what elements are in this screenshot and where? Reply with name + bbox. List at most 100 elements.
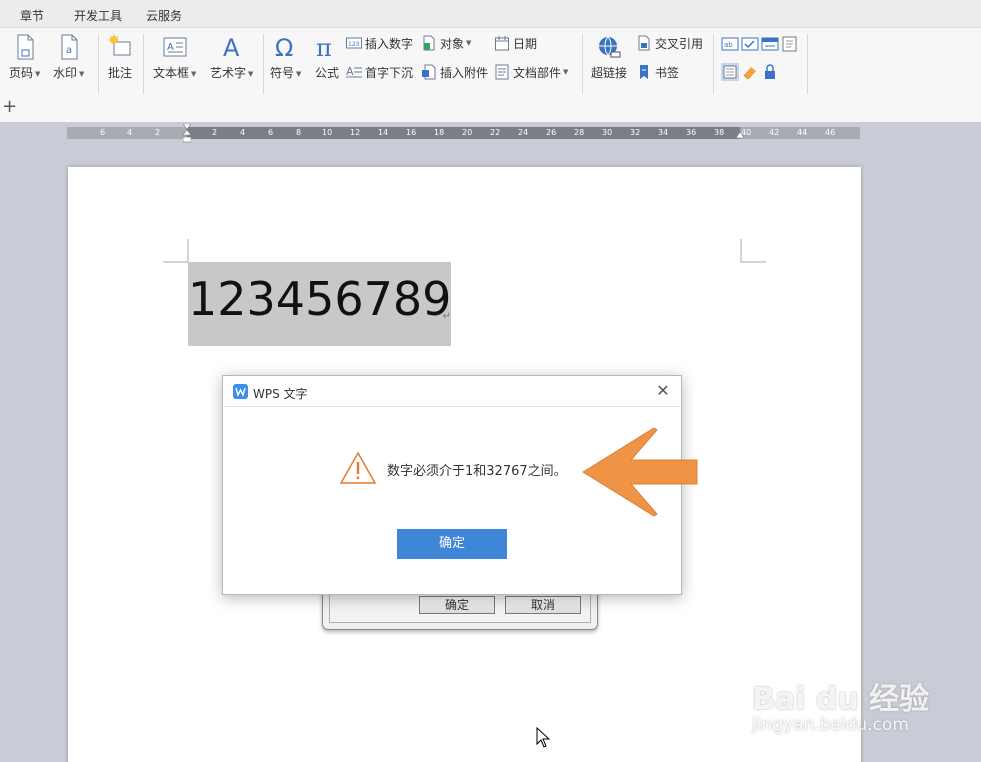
svg-text:A: A [167,42,174,53]
separator [143,34,144,94]
drop-cap-icon: A [346,65,362,78]
bookmark-button[interactable]: 书签 [636,63,679,81]
svg-text:123: 123 [348,41,360,48]
ruler-tick: 4 [240,128,246,137]
hyperlink-label: 超链接 [591,66,628,80]
watermark-button[interactable]: a 水印 ▼ [53,34,84,81]
date-label: 日期 [513,36,538,51]
add-icon[interactable]: + [2,98,17,116]
cross-reference-button[interactable]: 交叉引用 [636,34,703,52]
doc-parts-label: 文档部件 [513,65,562,80]
omega-icon: Ω [275,34,293,60]
annotation-arrow-icon [582,427,698,517]
insert-number-button[interactable]: 123 插入数字 [346,34,413,52]
svg-text:π: π [316,34,332,60]
paragraph-mark: ↵ [442,311,451,322]
dialog-message: 数字必须介于1和32767之间。 [387,464,567,479]
separator [713,34,714,94]
margin-corner-mark [163,239,189,263]
calendar-icon [495,36,509,51]
word-art-button[interactable]: A 艺术字 ▼ [210,34,253,81]
chevron-down-icon: ▼ [79,70,85,78]
doc-parts-button[interactable]: 文档部件 ▼ [494,63,568,81]
doc-parts-icon [495,64,509,80]
left-indent-marker[interactable] [183,124,191,144]
svg-text:A: A [223,34,240,60]
object-icon [423,35,435,51]
page-number-icon [17,34,34,60]
separator [582,34,583,94]
separator [263,34,264,94]
ruler-tick: 24 [518,128,529,137]
form-shading-icon[interactable] [721,63,739,81]
date-button[interactable]: 日期 [494,34,537,52]
page-number-button[interactable]: 页码 ▼ [9,34,40,81]
symbol-label: 符号 [270,66,295,80]
bookmark-label: 书签 [655,65,680,80]
ruler-tick: 2 [212,128,218,137]
drop-cap-button[interactable]: A 首字下沉 [346,63,413,81]
ok-button[interactable]: 确定 [397,529,507,559]
baidu-jingyan-watermark: Bai du 经验 jingyan.baidu.com [752,652,932,742]
ruler-tick: 20 [462,128,473,137]
ruler-tick: 18 [434,128,445,137]
bookmark-icon [640,65,648,79]
insert-attachment-button[interactable]: 插入附件 [421,63,488,81]
chevron-down-icon: ▼ [248,70,254,78]
right-indent-marker[interactable] [736,124,744,144]
tab-cloud-service[interactable]: 云服务 [146,7,182,24]
ruler-tick: 34 [658,128,669,137]
ruler-tick: 22 [490,128,501,137]
comment-icon [108,34,131,56]
cross-reference-label: 交叉引用 [655,36,704,51]
dialog-title: WPS 文字 [253,387,308,401]
svg-text:Ω: Ω [275,34,293,60]
ruler-tick: 16 [406,128,417,137]
insert-attachment-label: 插入附件 [440,65,489,80]
ruler-tick: 38 [714,128,725,137]
drop-cap-label: 首字下沉 [365,65,414,80]
eraser-icon[interactable] [741,63,759,81]
mouse-cursor-icon [536,727,550,748]
margin-corner-mark [740,239,766,263]
dropdown-field-icon[interactable] [761,35,779,53]
ruler-tick: 12 [350,128,361,137]
tab-developer-tools[interactable]: 开发工具 [74,7,122,24]
word-art-label: 艺术字 [210,66,247,80]
chevron-down-icon: ▼ [296,70,302,78]
text-box-label: 文本框 [153,66,190,80]
symbol-button[interactable]: Ω 符号 ▼ [270,34,301,81]
lock-icon[interactable] [761,63,779,81]
text-selection[interactable]: 123456789 ↵ [188,262,451,346]
ruler-tick: 28 [574,128,585,137]
number-icon: 123 [346,37,362,49]
checkbox-field-icon[interactable] [741,35,759,53]
comment-button[interactable]: 批注 [108,34,132,81]
underlying-ok-button[interactable]: 确定 [419,596,495,614]
formula-button[interactable]: π 公式 [315,34,339,81]
ruler-tick: 30 [602,128,613,137]
text-field-icon[interactable]: ab [721,35,739,53]
underlying-cancel-button[interactable]: 取消 [505,596,581,614]
dialog-title-bar[interactable]: WPS 文字 ✕ [223,376,681,407]
page-number-label: 页码 [9,66,34,80]
ruler-tick: 6 [268,128,274,137]
watermark-label: 水印 [53,66,78,80]
separator [807,34,808,94]
object-button[interactable]: 对象 ▼ [421,34,471,52]
tab-chapter[interactable]: 章节 [20,7,44,24]
svg-text:A: A [346,65,354,78]
ruler-tick: 44 [797,128,808,137]
ruler-tick: 42 [769,128,780,137]
globe-link-icon [599,36,621,58]
separator [98,34,99,94]
comment-label: 批注 [108,66,133,80]
insert-number-label: 插入数字 [365,36,414,51]
form-properties-icon[interactable] [781,35,799,53]
watermark-brand: Bai du 经验 [752,682,930,717]
ruler-tick: 46 [825,128,836,137]
hyperlink-button[interactable]: 超链接 [591,34,627,81]
text-box-button[interactable]: A 文本框 ▼ [153,34,196,81]
close-icon[interactable]: ✕ [655,382,671,400]
chevron-down-icon: ▼ [466,39,472,47]
